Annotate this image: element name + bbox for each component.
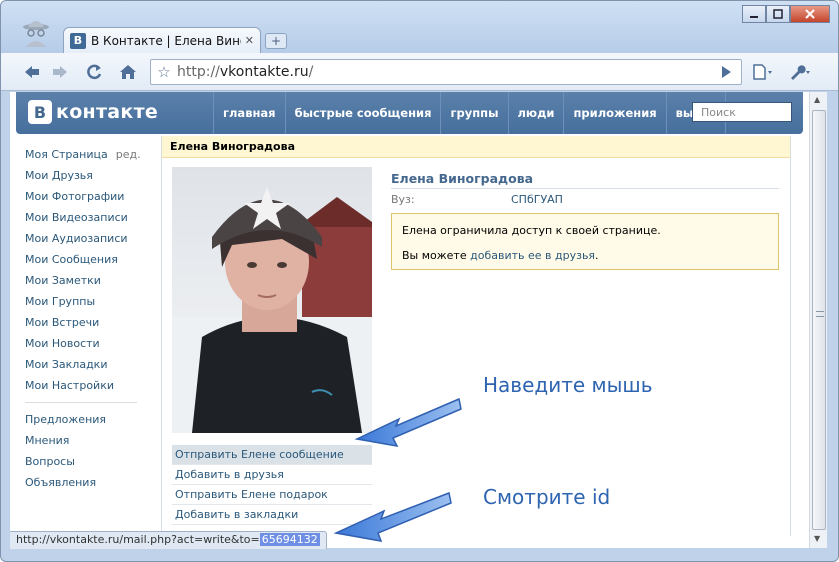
minimize-button[interactable] — [742, 5, 766, 23]
vertical-scrollbar[interactable]: ▲ ▼ — [809, 92, 827, 548]
reload-icon — [87, 64, 102, 80]
left-menu-bookmarks[interactable]: Мои Закладки — [25, 354, 155, 375]
privacy-notice-text: Елена ограничила доступ к своей странице… — [402, 224, 661, 237]
send-message-link[interactable]: Отправить Елене сообщение — [172, 445, 372, 465]
left-menu-my-page: Моя Страница ред. — [25, 144, 155, 165]
top-nav: главная быстрые сообщения группы люди пр… — [213, 92, 727, 134]
browser-window: B В Контакте | Елена Вино... ✕ + — [0, 0, 839, 562]
home-button[interactable] — [115, 60, 141, 84]
add-bookmark-link[interactable]: Добавить в закладки — [172, 505, 372, 525]
window-controls — [742, 5, 830, 23]
send-gift-link[interactable]: Отправить Елене подарок — [172, 485, 372, 505]
page-icon — [753, 64, 772, 80]
add-friend-link[interactable]: Добавить в друзья — [172, 465, 372, 485]
maximize-button[interactable] — [766, 5, 790, 23]
nav-quick-messages[interactable]: быстрые сообщения — [284, 92, 441, 134]
scroll-down-icon[interactable]: ▼ — [814, 534, 820, 543]
left-menu-videos[interactable]: Мои Видеозаписи — [25, 207, 155, 228]
back-arrow-icon — [25, 66, 39, 78]
wrench-icon — [791, 65, 810, 80]
address-url: http://vkontakte.ru/ — [177, 64, 314, 80]
nav-people[interactable]: люди — [507, 92, 564, 134]
nav-apps[interactable]: приложения — [563, 92, 665, 134]
university-row: Вуз: СПбГУАП — [391, 193, 563, 206]
status-bar: http://vkontakte.ru/mail.php?act=write&t… — [10, 531, 327, 549]
my-page-link[interactable]: Моя Страница — [25, 148, 108, 161]
forward-arrow-icon — [53, 66, 67, 78]
profile-divider — [391, 188, 779, 189]
annotation-hover: Наведите мышь — [483, 373, 653, 397]
incognito-icon — [23, 21, 49, 47]
vk-logo[interactable]: B контакте — [28, 100, 158, 124]
browser-toolbar: ☆ http://vkontakte.ru/ — [1, 53, 838, 91]
left-menu-photos[interactable]: Мои Фотографии — [25, 186, 155, 207]
search-input[interactable]: Поиск — [692, 102, 792, 122]
edit-link[interactable]: ред. — [116, 148, 141, 161]
university-value[interactable]: СПбГУАП — [511, 193, 563, 206]
minimize-icon — [750, 16, 758, 18]
back-button[interactable] — [19, 60, 45, 84]
annotation-look-id: Смотрите id — [483, 485, 611, 509]
nav-groups[interactable]: группы — [440, 92, 507, 134]
play-arrow-icon — [722, 66, 731, 78]
close-window-button[interactable] — [790, 5, 830, 23]
maximize-icon — [773, 9, 783, 19]
go-button[interactable] — [713, 60, 739, 84]
left-menu-settings[interactable]: Мои Настройки — [25, 375, 155, 396]
vk-header: B контакте главная быстрые сообщения гру… — [16, 92, 803, 134]
title-bar: B В Контакте | Елена Вино... ✕ + — [1, 1, 838, 53]
tab-title: В Контакте | Елена Вино... — [91, 33, 241, 48]
tools-menu-button[interactable] — [787, 60, 813, 84]
profile-photo — [172, 167, 372, 433]
vk-logo-text: контакте — [56, 101, 159, 123]
vk-logo-icon: B — [28, 100, 52, 124]
university-label: Вуз: — [391, 193, 415, 206]
new-tab-button[interactable]: + — [265, 33, 287, 49]
status-url: http://vkontakte.ru/mail.php?act=write&t… — [16, 533, 260, 546]
forward-button[interactable] — [47, 60, 73, 84]
vk-favicon-icon: B — [70, 32, 86, 49]
nav-home[interactable]: главная — [213, 92, 285, 134]
status-user-id: 65694132 — [259, 533, 320, 546]
left-menu-notes[interactable]: Мои Заметки — [25, 270, 155, 291]
profile-name: Елена Виноградова — [391, 171, 534, 186]
reload-button[interactable] — [81, 60, 107, 84]
left-menu-messages[interactable]: Мои Сообщения — [25, 249, 155, 270]
scroll-up-icon[interactable]: ▲ — [814, 95, 820, 104]
left-menu-questions[interactable]: Вопросы — [25, 451, 155, 472]
browser-tab[interactable]: B В Контакте | Елена Вино... ✕ — [63, 27, 261, 53]
left-menu-groups[interactable]: Мои Группы — [25, 291, 155, 312]
close-icon — [805, 9, 815, 19]
left-menu-audio[interactable]: Мои Аудиозаписи — [25, 228, 155, 249]
left-menu-ads[interactable]: Объявления — [25, 472, 155, 493]
bookmark-star-icon[interactable]: ☆ — [151, 63, 177, 81]
scrollbar-thumb[interactable] — [812, 110, 826, 530]
privacy-notice-action: Вы можете добавить ее в друзья. — [402, 249, 599, 262]
left-menu-divider — [25, 402, 137, 403]
left-menu: Моя Страница ред. Мои Друзья Мои Фотограф… — [25, 144, 155, 493]
add-friend-notice-link[interactable]: добавить ее в друзья — [470, 249, 595, 262]
profile-title-bar: Елена Виноградова — [162, 136, 790, 158]
left-menu-opinions[interactable]: Мнения — [25, 430, 155, 451]
page-viewport: B контакте главная быстрые сообщения гру… — [10, 92, 809, 548]
privacy-notice: Елена ограничила доступ к своей странице… — [391, 213, 779, 270]
profile-actions: Отправить Елене сообщение Добавить в дру… — [172, 445, 372, 525]
address-bar[interactable]: ☆ http://vkontakte.ru/ — [150, 59, 742, 85]
home-icon — [120, 65, 136, 79]
left-menu-news[interactable]: Мои Новости — [25, 333, 155, 354]
left-menu-offers[interactable]: Предложения — [25, 409, 155, 430]
tab-close-icon[interactable]: ✕ — [245, 34, 254, 47]
left-menu-events[interactable]: Мои Встречи — [25, 312, 155, 333]
left-menu-friends[interactable]: Мои Друзья — [25, 165, 155, 186]
page-menu-button[interactable] — [749, 60, 775, 84]
